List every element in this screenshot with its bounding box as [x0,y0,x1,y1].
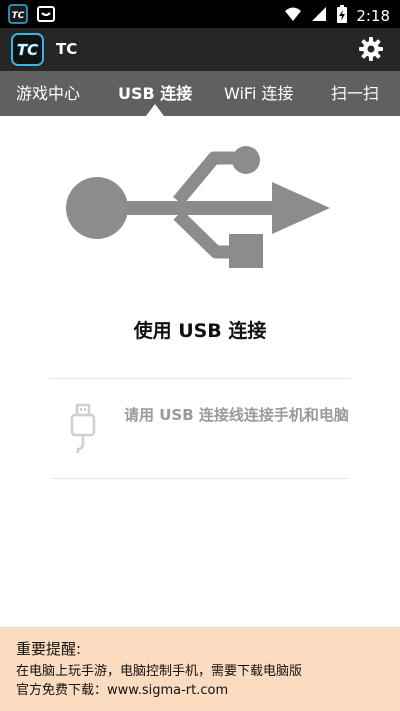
svg-text:TC: TC [17,41,38,59]
settings-gear-icon[interactable] [358,36,384,62]
signal-icon [310,5,328,27]
tab-bar: 游戏中心 USB 连接 WiFi 连接 扫一扫 [0,71,400,116]
status-bar: TC 2:18 [0,0,400,28]
app-title: TC [56,40,78,58]
usb-connect-heading: 使用 USB 连接 [133,320,267,342]
divider-top [50,378,350,379]
tc-logo-icon: TC [11,33,44,66]
usb-symbol-icon [66,146,330,272]
tc-app-notification-icon: TC [8,4,28,28]
notice-title: 重要提醒: [16,640,82,658]
usb-instruction-text: 请用 USB 连接线连接手机和电脑 [124,406,349,424]
usb-plug-icon [68,403,98,455]
svg-text:TC: TC [12,11,25,21]
tab-wifi-connect[interactable]: WiFi 连接 [224,71,294,116]
active-tab-indicator [146,104,164,116]
android-inbox-icon [36,4,56,28]
divider-bottom [50,478,350,479]
notice-line-1: 在电脑上玩手游，电脑控制手机，需要下载电脑版 [16,664,303,679]
tab-scan[interactable]: 扫一扫 [331,71,379,116]
important-notice-panel: 重要提醒: 在电脑上玩手游，电脑控制手机，需要下载电脑版 官方免费下载：www.… [0,627,400,711]
tab-game-center[interactable]: 游戏中心 [16,71,80,116]
wifi-icon [284,5,302,27]
app-bar: TC TC [0,28,400,71]
battery-charging-icon [336,4,348,28]
status-time: 2:18 [356,7,390,25]
notice-download-link[interactable]: 官方免费下载：www.sigma-rt.com [16,681,386,700]
